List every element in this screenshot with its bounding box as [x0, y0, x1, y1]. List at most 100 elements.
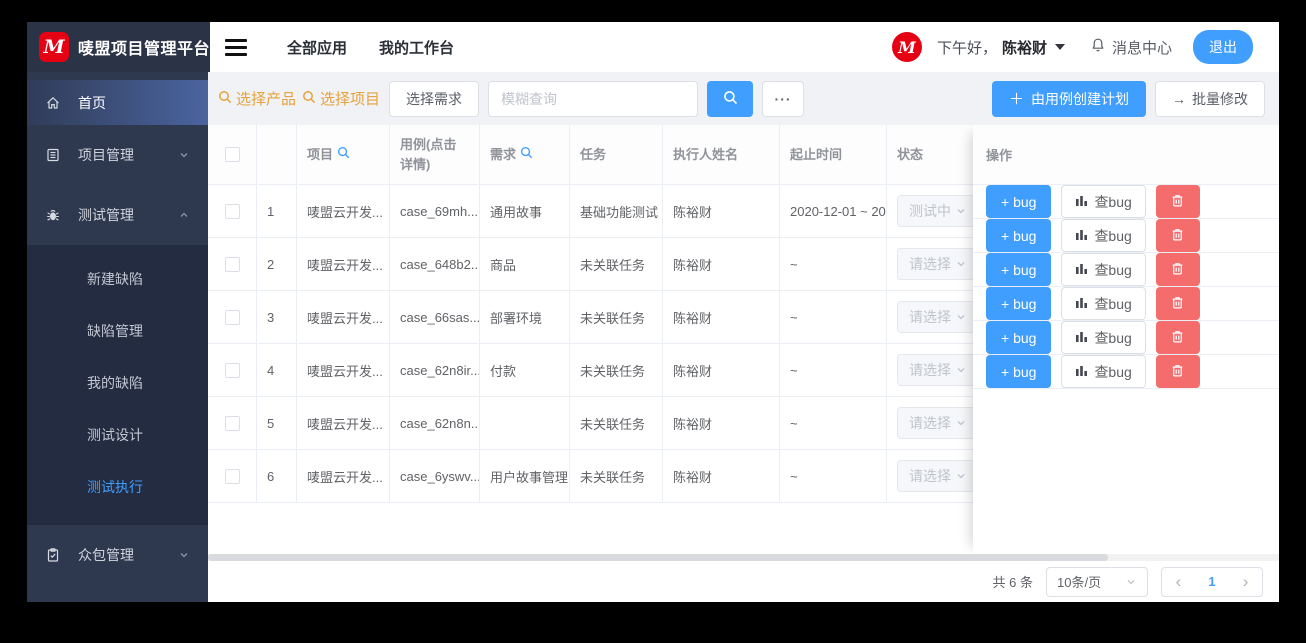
column-header-label: 项目	[307, 146, 334, 162]
search-button[interactable]	[707, 80, 754, 117]
delete-button[interactable]	[1155, 185, 1200, 218]
sidebar-item-test-execution[interactable]: 测试执行	[27, 461, 208, 513]
brand-logo-icon: M	[39, 32, 69, 62]
sidebar-item-test-management[interactable]: 测试管理	[27, 185, 208, 245]
chevron-down-icon	[955, 470, 967, 482]
chevron-down-icon	[955, 311, 967, 323]
view-bug-button[interactable]: 查bug	[1061, 355, 1146, 388]
status-select[interactable]: 请选择	[897, 460, 975, 492]
delete-button[interactable]	[1155, 253, 1200, 286]
select-project-filter[interactable]: 选择项目	[302, 88, 380, 109]
next-page-button[interactable]: ›	[1243, 573, 1249, 590]
row-checkbox-cell	[208, 397, 257, 449]
row-checkbox[interactable]	[224, 415, 240, 431]
view-bug-label: 查bug	[1094, 363, 1132, 380]
batch-edit-button[interactable]: → 批量修改	[1155, 80, 1265, 117]
status-select-value: 请选择	[909, 362, 951, 378]
column-header-label: 任务	[580, 146, 607, 162]
view-bug-button[interactable]: 查bug	[1061, 287, 1146, 320]
sidebar-item-my-defects[interactable]: 我的缺陷	[27, 357, 208, 409]
sidebar-item-new-defect[interactable]: 新建缺陷	[27, 253, 208, 305]
cell-req: 部署环境	[480, 291, 570, 343]
actions-fixed-column: 操作 + bug 查bug + bug 查bug + bug 查bug + bug 查bug +…	[973, 125, 1279, 554]
create-plan-from-case-button[interactable]: ＋ 由用例创建计划	[991, 80, 1146, 117]
add-bug-button[interactable]: + bug	[986, 321, 1052, 354]
add-bug-button[interactable]: + bug	[986, 287, 1052, 320]
cell-index: 1	[257, 185, 297, 237]
cell-index: 4	[257, 344, 297, 396]
cell-case: case_648b2...	[390, 238, 480, 290]
search-icon[interactable]	[337, 145, 350, 165]
row-checkbox[interactable]	[224, 362, 240, 378]
delete-button[interactable]	[1155, 355, 1200, 388]
topnav-item-my-workbench[interactable]: 我的工作台	[379, 37, 454, 58]
view-bug-label: 查bug	[1094, 329, 1132, 346]
column-header-case: 用例(点击详情)	[390, 125, 480, 184]
sidebar-item-settlement-management[interactable]: 结算管理	[27, 598, 208, 602]
delete-button[interactable]	[1155, 321, 1200, 354]
delete-button[interactable]	[1155, 287, 1200, 320]
row-checkbox[interactable]	[224, 468, 240, 484]
chevron-down-icon	[178, 549, 190, 561]
status-select[interactable]: 请选择	[897, 248, 975, 280]
cell-executor: 陈裕财	[663, 450, 780, 502]
select-product-filter[interactable]: 选择产品	[218, 88, 296, 109]
message-center[interactable]: 消息中心	[1090, 37, 1172, 58]
row-checkbox[interactable]	[224, 256, 240, 272]
page-size-select[interactable]: 10条/页	[1046, 566, 1148, 597]
add-bug-button[interactable]: + bug	[986, 355, 1052, 388]
scrollbar-thumb[interactable]	[208, 554, 1108, 561]
topbar: M 唛盟项目管理平台 全部应用 我的工作台 M 下午好， 陈裕财 消息中心 退出	[27, 22, 1279, 72]
action-row: + bug 查bug	[973, 287, 1279, 321]
sidebar-item-project-management[interactable]: 项目管理	[27, 125, 208, 185]
action-rows: + bug 查bug + bug 查bug + bug 查bug + bug 查bug + bu…	[973, 185, 1279, 389]
trash-icon	[1170, 193, 1185, 211]
more-filters-button[interactable]: ···	[762, 80, 805, 117]
status-select-value: 请选择	[909, 256, 951, 272]
fuzzy-search-input[interactable]	[488, 80, 699, 117]
cell-time: ~	[780, 397, 887, 449]
select-all-checkbox[interactable]	[224, 147, 240, 162]
home-icon	[45, 95, 61, 111]
status-select[interactable]: 请选择	[897, 301, 975, 333]
status-select[interactable]: 请选择	[897, 354, 975, 386]
user-avatar[interactable]: M	[891, 32, 922, 62]
add-bug-button[interactable]: + bug	[986, 185, 1052, 218]
menu-toggle-icon[interactable]	[225, 35, 248, 60]
add-bug-button[interactable]: + bug	[986, 219, 1052, 252]
sidebar-item-home[interactable]: 首页	[27, 80, 208, 125]
cell-project: 唛盟云开发...	[297, 185, 390, 237]
cell-time: ~	[780, 344, 887, 396]
horizontal-scrollbar	[208, 554, 1279, 561]
status-select[interactable]: 请选择	[897, 407, 975, 439]
bar-chart-icon	[1075, 364, 1088, 380]
sidebar-item-crowdsourcing-management[interactable]: 众包管理	[27, 525, 208, 585]
user-menu[interactable]: 下午好， 陈裕财	[937, 37, 1065, 58]
cell-req: 付款	[480, 344, 570, 396]
row-checkbox[interactable]	[224, 309, 240, 325]
topnav-item-all-apps[interactable]: 全部应用	[287, 37, 347, 58]
view-bug-button[interactable]: 查bug	[1061, 321, 1146, 354]
cell-case: case_69mh...	[390, 185, 480, 237]
select-requirement-button[interactable]: 选择需求	[389, 80, 480, 117]
view-bug-button[interactable]: 查bug	[1061, 185, 1146, 218]
cell-task: 未关联任务	[570, 450, 663, 502]
sidebar-item-defect-management[interactable]: 缺陷管理	[27, 305, 208, 357]
user-area: M 下午好， 陈裕财 消息中心 退出	[891, 30, 1279, 64]
add-bug-button[interactable]: + bug	[986, 253, 1052, 286]
trash-icon	[1170, 227, 1185, 245]
current-page[interactable]: 1	[1208, 574, 1215, 589]
status-select[interactable]: 测试中	[897, 195, 975, 227]
search-icon	[723, 90, 738, 108]
row-checkbox[interactable]	[224, 203, 240, 219]
sidebar-item-test-design[interactable]: 测试设计	[27, 409, 208, 461]
search-icon[interactable]	[520, 145, 533, 165]
action-row: + bug 查bug	[973, 219, 1279, 253]
delete-button[interactable]	[1155, 219, 1200, 252]
view-bug-button[interactable]: 查bug	[1061, 253, 1146, 286]
prev-page-button[interactable]: ‹	[1176, 573, 1182, 590]
logout-button[interactable]: 退出	[1193, 30, 1253, 64]
cell-project: 唛盟云开发...	[297, 397, 390, 449]
view-bug-button[interactable]: 查bug	[1061, 219, 1146, 252]
cell-case: case_6yswv...	[390, 450, 480, 502]
